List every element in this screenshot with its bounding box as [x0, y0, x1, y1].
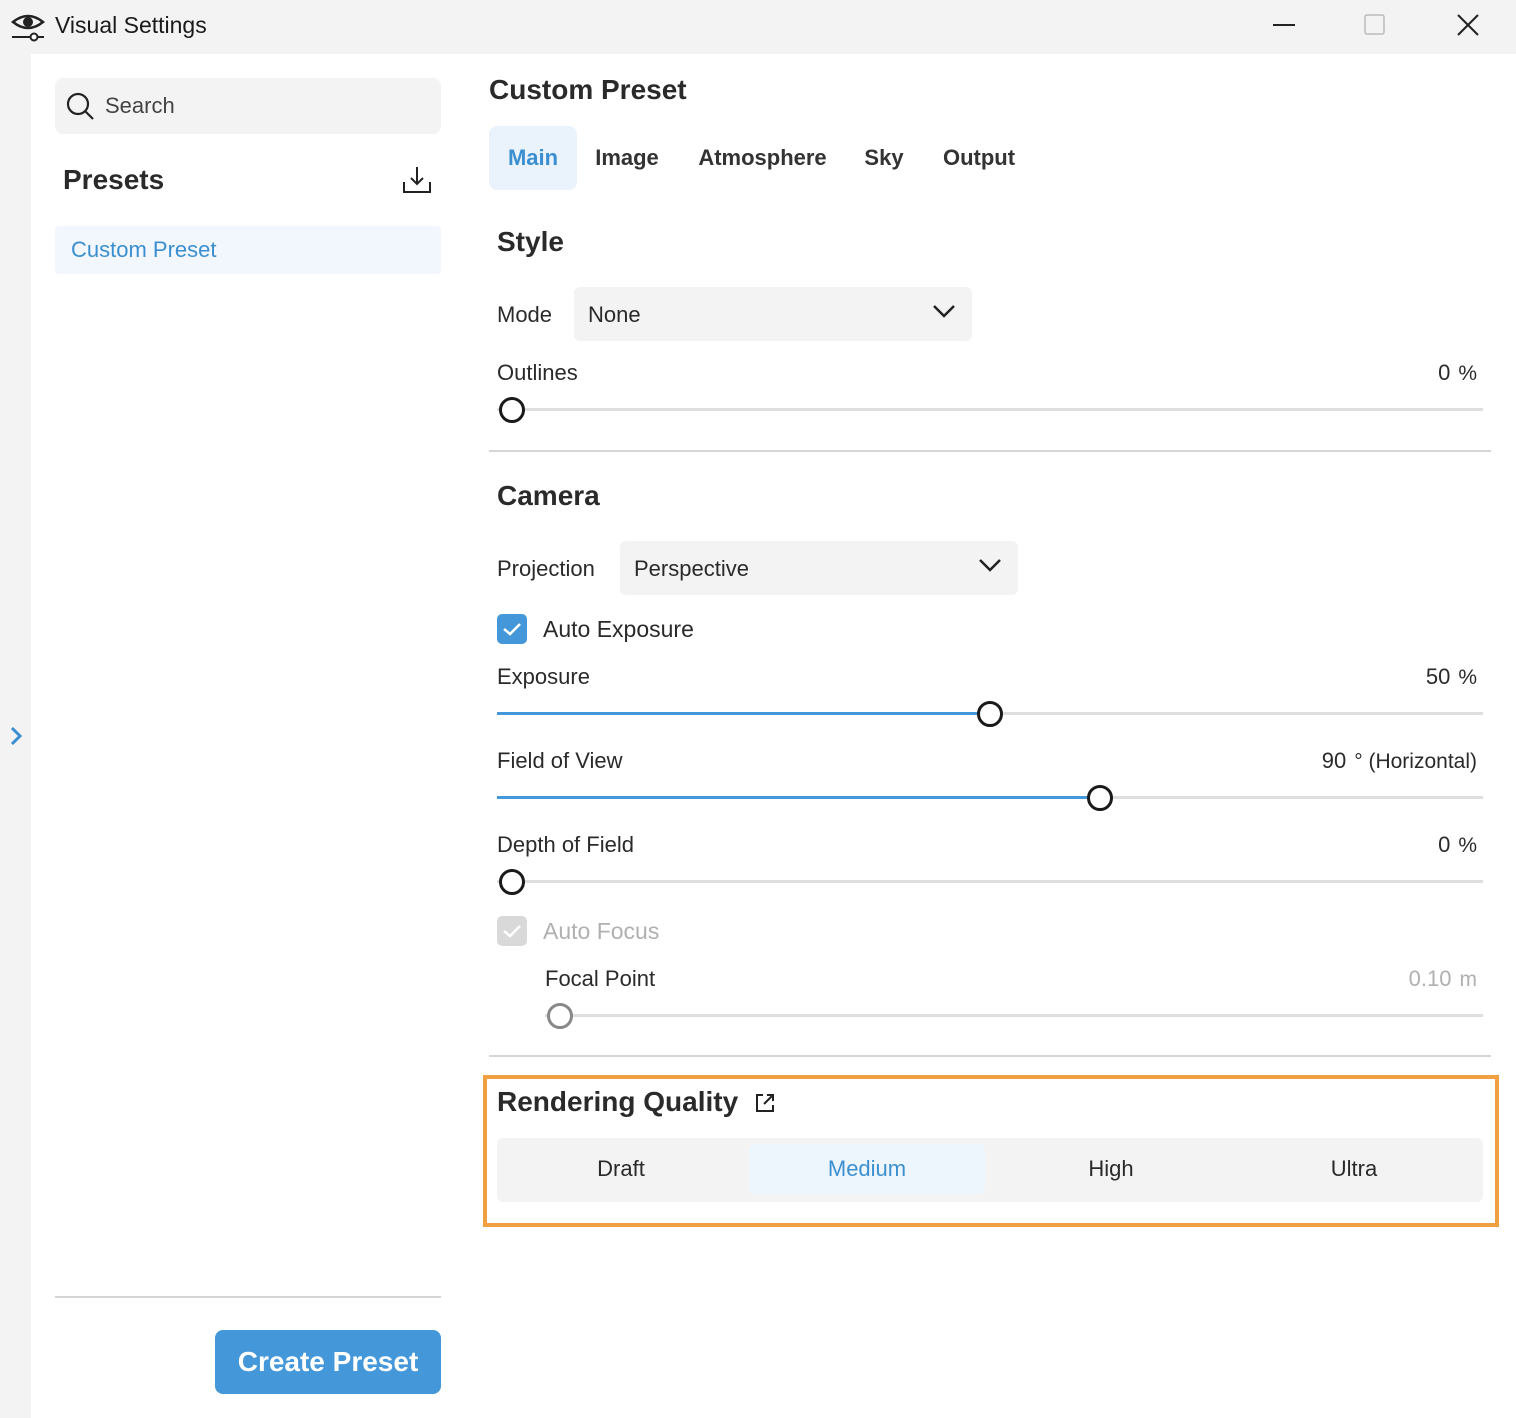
- presets-heading: Presets: [63, 164, 165, 195]
- exposure-label: Exposure: [497, 664, 590, 689]
- auto-focus-checkbox: [497, 916, 527, 946]
- rendering-quality-segmented-control: Draft Medium High Ultra: [497, 1138, 1483, 1202]
- close-icon: [1457, 14, 1479, 36]
- preset-item-custom[interactable]: Custom Preset: [55, 226, 441, 274]
- minimize-button[interactable]: [1240, 0, 1330, 50]
- focal-point-label: Focal Point: [545, 966, 656, 991]
- maximize-button[interactable]: [1330, 0, 1420, 50]
- search-icon: [66, 92, 94, 120]
- preset-item-label: Custom Preset: [71, 237, 217, 262]
- chevron-down-icon: [979, 559, 1001, 572]
- rendering-quality-heading: Rendering Quality: [497, 1086, 739, 1117]
- mode-value: None: [588, 302, 641, 327]
- external-link-icon[interactable]: [754, 1092, 776, 1114]
- outlines-slider[interactable]: [497, 408, 1483, 411]
- fov-slider-thumb[interactable]: [1087, 785, 1113, 811]
- tab-sky[interactable]: Sky: [854, 126, 914, 190]
- eye-settings-icon: [10, 14, 46, 42]
- title-bar: Visual Settings: [0, 0, 1516, 54]
- outlines-label: Outlines: [497, 360, 578, 385]
- mode-label: Mode: [497, 302, 553, 327]
- import-icon[interactable]: [401, 164, 433, 196]
- chevron-right-icon[interactable]: [4, 722, 26, 750]
- chevron-down-icon: [933, 305, 955, 318]
- search-placeholder: Search: [105, 93, 175, 118]
- style-heading: Style: [497, 226, 564, 257]
- auto-exposure-checkbox[interactable]: [497, 614, 527, 644]
- maximize-icon: [1364, 14, 1385, 35]
- exposure-slider-thumb[interactable]: [977, 701, 1003, 727]
- settings-panel: Custom Preset Main Image Atmosphere Sky …: [471, 54, 1516, 1418]
- page-title: Custom Preset: [489, 74, 687, 105]
- sidebar-divider: [55, 1296, 441, 1298]
- dof-value: 0%: [1438, 832, 1477, 857]
- exposure-slider-fill: [497, 712, 990, 715]
- fov-slider[interactable]: [497, 796, 1483, 799]
- dof-label: Depth of Field: [497, 832, 634, 857]
- minimize-icon: [1273, 24, 1295, 26]
- projection-select[interactable]: Perspective: [620, 541, 1018, 595]
- dof-slider[interactable]: [497, 880, 1483, 883]
- close-button[interactable]: [1423, 0, 1513, 50]
- projection-value: Perspective: [634, 556, 749, 581]
- quality-option-high[interactable]: High: [993, 1144, 1229, 1194]
- fov-label: Field of View: [497, 748, 623, 773]
- section-divider: [489, 1055, 1491, 1057]
- dof-slider-thumb[interactable]: [499, 869, 525, 895]
- focal-point-value: 0.10 m: [1408, 966, 1477, 991]
- search-input[interactable]: Search: [55, 78, 441, 134]
- tab-atmosphere[interactable]: Atmosphere: [685, 126, 840, 190]
- tab-output[interactable]: Output: [929, 126, 1029, 190]
- create-preset-button[interactable]: Create Preset: [215, 1330, 441, 1394]
- section-divider: [489, 450, 1491, 452]
- camera-heading: Camera: [497, 480, 600, 511]
- focal-point-slider-thumb: [547, 1003, 573, 1029]
- tab-main[interactable]: Main: [489, 126, 577, 190]
- mode-select[interactable]: None: [574, 287, 972, 341]
- auto-exposure-label: Auto Exposure: [543, 616, 694, 642]
- auto-focus-label: Auto Focus: [543, 918, 660, 944]
- outlines-slider-thumb[interactable]: [499, 397, 525, 423]
- fov-slider-fill: [497, 796, 1100, 799]
- quality-option-draft[interactable]: Draft: [503, 1144, 739, 1194]
- quality-option-ultra[interactable]: Ultra: [1236, 1144, 1472, 1194]
- window-title: Visual Settings: [55, 12, 207, 38]
- checkmark-icon: [503, 623, 521, 636]
- tab-image[interactable]: Image: [581, 126, 673, 190]
- quality-option-medium[interactable]: Medium: [749, 1144, 985, 1194]
- left-rail: [0, 54, 31, 1418]
- presets-sidebar: Search Presets Custom Preset Create Pres…: [31, 54, 471, 1418]
- fov-value: 90 ° (Horizontal): [1321, 748, 1477, 773]
- checkmark-icon: [503, 925, 521, 938]
- outlines-value: 0%: [1438, 360, 1477, 385]
- exposure-value: 50%: [1425, 664, 1477, 689]
- projection-label: Projection: [497, 556, 595, 581]
- focal-point-slider: [545, 1014, 1483, 1017]
